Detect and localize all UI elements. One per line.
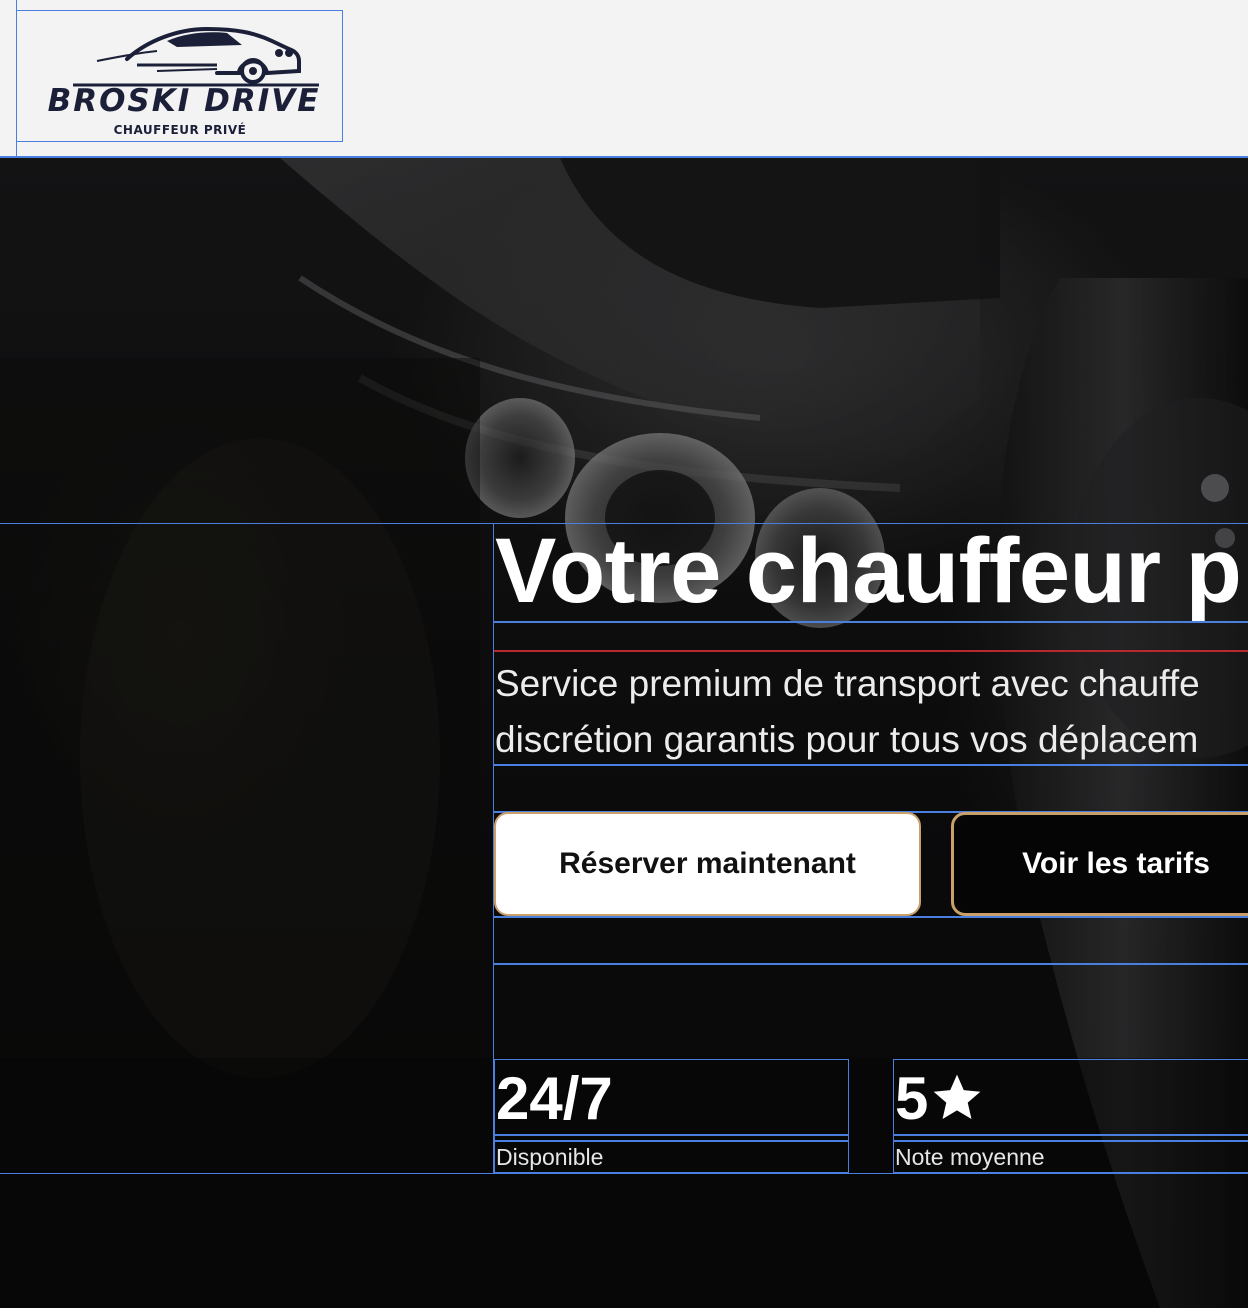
brand-name: BROSKI DRIVE: [47, 83, 321, 119]
book-now-button[interactable]: Réserver maintenant: [494, 812, 921, 916]
site-header: BROSKI DRIVE CHAUFFEUR PRIVÉ: [0, 0, 1248, 158]
stat-label: Disponible: [496, 1144, 604, 1170]
hero-subtitle-line: discrétion garantis pour tous vos déplac…: [495, 719, 1199, 760]
stat-label: Note moyenne: [895, 1144, 1045, 1170]
logo[interactable]: BROSKI DRIVE CHAUFFEUR PRIVÉ: [16, 10, 343, 142]
stat-rating: 5 Note moyenne: [893, 1059, 1248, 1173]
layout-guide: [894, 1134, 1248, 1136]
layout-guide: [494, 764, 1248, 766]
stat-availability: 24/7 Disponible: [494, 1059, 849, 1173]
brand-tagline: CHAUFFEUR PRIVÉ: [113, 123, 247, 137]
hero-subtitle-line: Service premium de transport avec chauff…: [495, 663, 1200, 704]
car-silhouette-icon: [73, 26, 319, 87]
hero-subtitle: Service premium de transport avec chauff…: [495, 656, 1248, 768]
stat-value-wrap: 5: [895, 1064, 986, 1134]
title-underline: [494, 650, 1248, 652]
layout-guide: [494, 916, 1248, 918]
layout-guide: [494, 621, 1248, 623]
page: BROSKI DRIVE CHAUFFEUR PRIVÉ Votre chauf…: [0, 0, 1248, 1308]
stat-value: 24/7: [496, 1065, 613, 1132]
star-icon: [934, 1074, 981, 1119]
see-prices-button[interactable]: Voir les tarifs: [951, 812, 1248, 916]
hero-title: Votre chauffeur p: [495, 520, 1242, 622]
stat-value: 5: [895, 1065, 929, 1132]
layout-guide: [494, 963, 1248, 965]
layout-guide: [495, 1134, 848, 1136]
